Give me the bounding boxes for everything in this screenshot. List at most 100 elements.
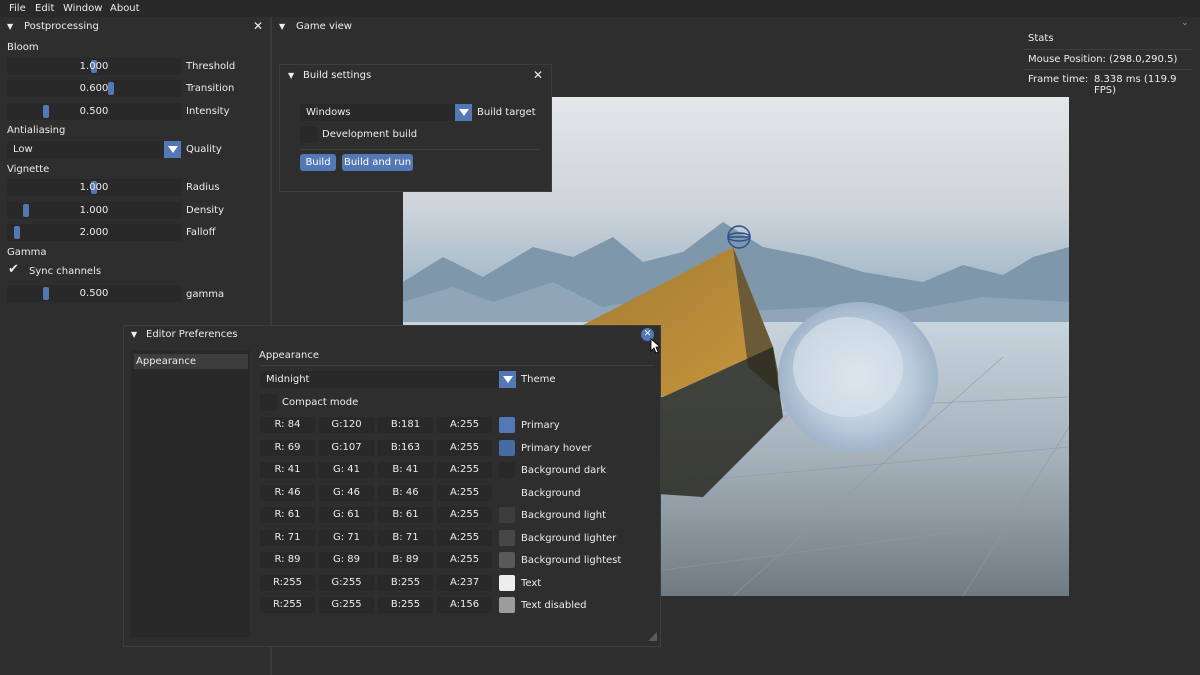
color-channel-a[interactable]: A:255 xyxy=(437,462,492,478)
color-swatch[interactable] xyxy=(499,597,515,613)
color-channel-g[interactable]: G: 71 xyxy=(319,529,374,546)
color-name-label: Background dark xyxy=(521,465,607,476)
collapse-arrow-icon[interactable]: ▼ xyxy=(7,22,13,31)
separator xyxy=(1024,49,1192,50)
color-channel-a[interactable]: A:255 xyxy=(437,417,492,433)
menu-window[interactable]: Window xyxy=(63,3,102,14)
mouse-cursor-icon xyxy=(650,338,660,354)
slider-value: 1.000 xyxy=(79,205,109,216)
compact-mode-checkbox[interactable] xyxy=(260,394,277,411)
density-slider[interactable]: 1.000 xyxy=(7,202,181,219)
color-channel-b[interactable]: B: 61 xyxy=(378,507,433,523)
color-name-label: Background light xyxy=(521,510,606,521)
frame-time-label: Frame time: xyxy=(1028,74,1089,85)
transition-label: Transition xyxy=(186,83,235,94)
color-channel-a[interactable]: A:255 xyxy=(437,552,492,568)
threshold-slider[interactable]: 1.000 xyxy=(7,58,181,75)
color-channel-b[interactable]: B:181 xyxy=(378,417,433,433)
color-channel-g[interactable]: G:255 xyxy=(319,574,374,591)
slider-value: 0.500 xyxy=(79,106,109,117)
build-and-run-button[interactable]: Build and run xyxy=(342,154,413,171)
color-channel-r[interactable]: R: 84 xyxy=(260,417,315,433)
collapse-arrow-icon[interactable]: ▼ xyxy=(279,22,285,31)
color-channel-a[interactable]: A:255 xyxy=(437,439,492,456)
color-channel-r[interactable]: R:255 xyxy=(260,574,315,591)
color-swatch[interactable] xyxy=(499,507,515,523)
build-button[interactable]: Build xyxy=(300,154,336,171)
slider-value: 1.000 xyxy=(79,182,109,193)
color-channel-b[interactable]: B:255 xyxy=(378,574,433,591)
color-swatch[interactable] xyxy=(499,462,515,478)
color-channel-b[interactable]: B: 41 xyxy=(378,462,433,478)
bloom-header: Bloom xyxy=(7,42,39,53)
color-channel-g[interactable]: G: 89 xyxy=(319,552,374,568)
color-channel-r[interactable]: R: 61 xyxy=(260,507,315,523)
dropdown-arrow-icon[interactable] xyxy=(499,371,516,388)
color-channel-g[interactable]: G: 61 xyxy=(319,507,374,523)
close-icon[interactable]: ✕ xyxy=(533,69,543,81)
sync-channels-label: Sync channels xyxy=(29,266,102,277)
prefs-sidebar: Appearance xyxy=(131,350,250,637)
falloff-slider[interactable]: 2.000 xyxy=(7,224,181,241)
color-channel-a[interactable]: A:156 xyxy=(437,597,492,613)
dropdown-arrow-icon[interactable] xyxy=(455,104,472,121)
radius-label: Radius xyxy=(186,182,220,193)
color-channel-r[interactable]: R: 46 xyxy=(260,484,315,501)
color-channel-g[interactable]: G:255 xyxy=(319,597,374,613)
build-settings-title: Build settings xyxy=(303,70,372,81)
color-channel-b[interactable]: B:255 xyxy=(378,597,433,613)
menu-edit[interactable]: Edit xyxy=(35,3,54,14)
color-channel-b[interactable]: B:163 xyxy=(378,439,433,456)
color-channel-a[interactable]: A:255 xyxy=(437,507,492,523)
separator xyxy=(259,365,654,366)
color-channel-r[interactable]: R: 71 xyxy=(260,529,315,546)
theme-combo[interactable]: Midnight xyxy=(260,371,516,388)
color-channel-r[interactable]: R: 69 xyxy=(260,439,315,456)
close-icon[interactable]: ✕ xyxy=(253,20,263,32)
slider-value: 0.500 xyxy=(79,288,109,299)
color-channel-a[interactable]: A:255 xyxy=(437,529,492,546)
development-build-checkbox[interactable] xyxy=(300,126,317,143)
compact-mode-label: Compact mode xyxy=(282,397,359,408)
quality-combo[interactable]: Low xyxy=(7,141,181,158)
menu-file[interactable]: File xyxy=(9,3,26,14)
color-channel-a[interactable]: A:255 xyxy=(437,484,492,501)
sidebar-item-label: Appearance xyxy=(136,356,197,367)
color-channel-b[interactable]: B: 71 xyxy=(378,529,433,546)
color-swatch[interactable] xyxy=(499,439,515,456)
checkmark-icon[interactable]: ✔ xyxy=(8,262,19,277)
color-swatch[interactable] xyxy=(499,484,515,501)
color-channel-b[interactable]: B: 46 xyxy=(378,484,433,501)
transition-slider[interactable]: 0.600 xyxy=(7,80,181,97)
color-channel-a[interactable]: A:237 xyxy=(437,574,492,591)
collapse-arrow-icon[interactable]: ▼ xyxy=(288,71,294,80)
color-channel-r[interactable]: R:255 xyxy=(260,597,315,613)
color-channel-r[interactable]: R: 41 xyxy=(260,462,315,478)
color-swatch[interactable] xyxy=(499,417,515,433)
gamma-label: gamma xyxy=(186,289,225,300)
sidebar-item-appearance[interactable]: Appearance xyxy=(134,354,248,369)
combo-value: Midnight xyxy=(266,374,310,385)
menu-about[interactable]: About xyxy=(110,3,140,14)
antialiasing-header: Antialiasing xyxy=(7,125,66,136)
intensity-slider[interactable]: 0.500 xyxy=(7,103,181,120)
resize-grip-icon[interactable] xyxy=(648,632,657,641)
color-channel-g[interactable]: G:120 xyxy=(319,417,374,433)
collapse-arrow-icon[interactable]: ▼ xyxy=(131,330,137,339)
gamma-slider[interactable]: 0.500 xyxy=(7,285,181,302)
color-channel-g[interactable]: G: 46 xyxy=(319,484,374,501)
color-channel-b[interactable]: B: 89 xyxy=(378,552,433,568)
color-channel-g[interactable]: G: 41 xyxy=(319,462,374,478)
color-channel-g[interactable]: G:107 xyxy=(319,439,374,456)
color-name-label: Primary xyxy=(521,420,560,431)
build-target-combo[interactable]: Windows xyxy=(300,104,472,121)
color-swatch[interactable] xyxy=(499,574,515,591)
color-swatch[interactable] xyxy=(499,552,515,568)
combo-value: Low xyxy=(13,144,33,155)
color-channel-r[interactable]: R: 89 xyxy=(260,552,315,568)
dropdown-arrow-icon[interactable] xyxy=(164,141,181,158)
color-name-label: Background xyxy=(521,487,581,499)
radius-slider[interactable]: 1.000 xyxy=(7,179,181,196)
color-swatch[interactable] xyxy=(499,529,515,546)
intensity-label: Intensity xyxy=(186,106,230,117)
